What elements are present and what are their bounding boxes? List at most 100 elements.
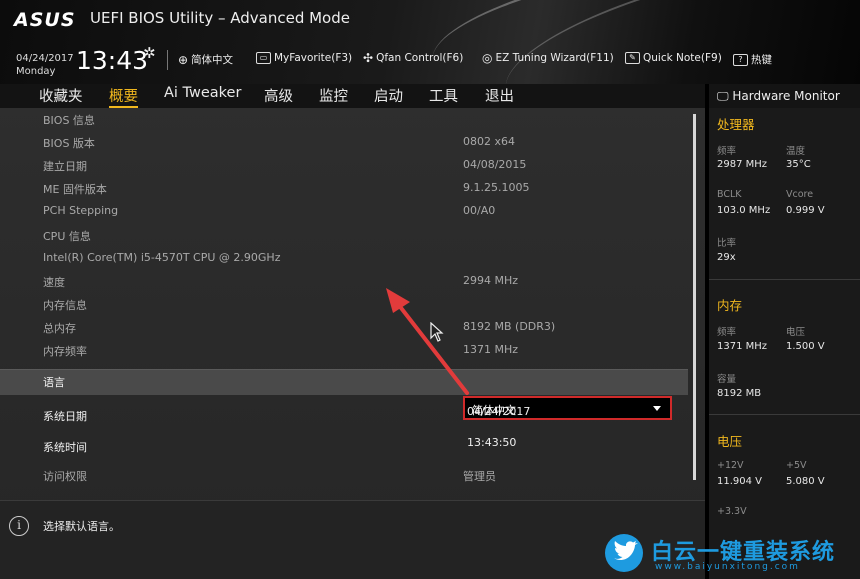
ratio-label: 比率 xyxy=(717,238,737,249)
quick-note-button[interactable]: ✎ Quick Note(F9) xyxy=(625,52,722,64)
system-date-value[interactable]: 04/24/2017 xyxy=(467,405,530,418)
myfavorite-button-label: MyFavorite(F3) xyxy=(274,52,353,64)
cpu-temp-value: 35°C xyxy=(786,159,811,170)
language-button[interactable]: ⊕ 简体中文 xyxy=(178,52,233,67)
date-text: 04/24/2017 xyxy=(16,53,74,64)
row-cpu-info: CPU 信息 xyxy=(0,224,688,247)
tab-main[interactable]: 概要 xyxy=(109,85,138,108)
main-panel: 收藏夹 概要 Ai Tweaker 高级 监控 启动 工具 退出 BIOS 信息… xyxy=(0,84,705,579)
note-icon: ✎ xyxy=(625,52,640,64)
system-time-value[interactable]: 13:43:50 xyxy=(467,436,516,449)
tab-advanced[interactable]: 高级 xyxy=(264,85,293,106)
v33-label: +3.3V xyxy=(717,506,747,517)
row-cpu-model: Intel(R) Core(TM) i5-4570T CPU @ 2.90GHz xyxy=(0,247,688,270)
row-bios-version: BIOS 版本 0802 x64 xyxy=(0,131,688,154)
row-label: 总内存 xyxy=(43,322,76,335)
row-label: BIOS 信息 xyxy=(43,114,95,127)
row-me-firmware: ME 固件版本 9.1.25.1005 xyxy=(0,177,688,200)
row-label: 速度 xyxy=(43,276,65,289)
v5-label: +5V xyxy=(786,460,807,471)
tab-favorites[interactable]: 收藏夹 xyxy=(39,85,83,106)
hardware-monitor-title-text: Hardware Monitor xyxy=(732,89,840,103)
row-label: 建立日期 xyxy=(43,160,87,173)
mem-capacity-label: 容量 xyxy=(717,374,737,385)
divider xyxy=(709,279,860,280)
asus-logo: ASUS xyxy=(14,9,76,31)
mem-volt-value: 1.500 V xyxy=(786,341,825,352)
tab-boot[interactable]: 启动 xyxy=(374,85,403,106)
qfan-control-button[interactable]: ✣ Qfan Control(F6) xyxy=(363,52,463,64)
quick-note-button-label: Quick Note(F9) xyxy=(643,52,722,64)
divider xyxy=(167,50,168,70)
row-label: CPU 信息 xyxy=(43,230,91,243)
hardware-monitor-title: 🖵 Hardware Monitor xyxy=(709,84,860,108)
row-cpu-speed: 速度 2994 MHz xyxy=(0,270,688,293)
bclk-value: 103.0 MHz xyxy=(717,205,771,216)
mem-volt-label: 电压 xyxy=(786,327,806,338)
row-system-time[interactable]: 系统时间 13:43:50 xyxy=(0,434,688,460)
row-value: 1371 MHz xyxy=(463,343,519,356)
memory-section-title: 内存 xyxy=(717,298,743,313)
bird-logo-icon xyxy=(605,534,643,572)
row-label: ME 固件版本 xyxy=(43,183,107,196)
fan-icon: ✣ xyxy=(363,51,374,65)
gear-icon[interactable]: ✲ xyxy=(143,44,156,62)
clock: 13:43 xyxy=(76,46,149,75)
row-label: 内存频率 xyxy=(43,345,87,358)
row-value: 0802 x64 xyxy=(463,135,515,148)
row-label: Intel(R) Core(TM) i5-4570T CPU @ 2.90GHz xyxy=(43,251,281,264)
myfavorite-button[interactable]: ▭ MyFavorite(F3) xyxy=(256,52,352,64)
date-display: 04/24/2017 Monday xyxy=(16,52,74,78)
hotkeys-button[interactable]: ? 热键 xyxy=(733,52,772,67)
scrollbar[interactable] xyxy=(693,114,696,480)
row-value: 00/A0 xyxy=(463,204,496,217)
weekday-text: Monday xyxy=(16,66,56,77)
mem-capacity-value: 8192 MB xyxy=(717,388,762,399)
ez-tuning-wizard-button[interactable]: ◎ EZ Tuning Wizard(F11) xyxy=(482,52,614,64)
voltage-section-title: 电压 xyxy=(717,434,743,449)
row-memory-info: 内存信息 xyxy=(0,293,688,316)
language-label: 语言 xyxy=(43,376,65,389)
row-system-date[interactable]: 系统日期 04/24/2017 xyxy=(0,402,688,428)
row-value: 2994 MHz xyxy=(463,274,519,287)
hardware-monitor-panel: 🖵 Hardware Monitor 处理器 频率 温度 2987 MHz 35… xyxy=(709,84,860,579)
info-icon: i xyxy=(9,516,29,536)
row-label: BIOS 版本 xyxy=(43,137,95,150)
bclk-label: BCLK xyxy=(717,189,742,200)
row-label: PCH Stepping xyxy=(43,204,119,217)
ratio-value: 29x xyxy=(717,252,736,263)
v12-value: 11.904 V xyxy=(717,476,763,487)
cpu-section-title: 处理器 xyxy=(717,117,755,132)
globe-icon: ⊕ xyxy=(178,52,189,67)
tab-exit[interactable]: 退出 xyxy=(485,85,514,106)
access-value: 管理员 xyxy=(463,470,496,483)
row-total-memory: 总内存 8192 MB (DDR3) xyxy=(0,316,688,339)
row-memory-frequency: 内存频率 1371 MHz xyxy=(0,339,688,362)
row-pch-stepping: PCH Stepping 00/A0 xyxy=(0,200,688,223)
lightbulb-icon: ◎ xyxy=(482,51,493,65)
row-access-level: 访问权限 管理员 xyxy=(0,464,688,487)
language-button-label: 简体中文 xyxy=(191,54,234,66)
help-bar: i 选择默认语言。 xyxy=(0,500,705,579)
row-value: 9.1.25.1005 xyxy=(463,181,530,194)
help-text: 选择默认语言。 xyxy=(43,520,120,533)
ez-tuning-wizard-button-label: EZ Tuning Wizard(F11) xyxy=(495,52,614,64)
divider xyxy=(709,414,860,415)
tab-monitor[interactable]: 监控 xyxy=(319,85,348,106)
row-value: 04/08/2015 xyxy=(463,158,527,171)
cpu-temp-label: 温度 xyxy=(786,146,806,157)
row-language[interactable]: 语言 xyxy=(0,369,688,395)
qfan-control-button-label: Qfan Control(F6) xyxy=(376,52,464,64)
mem-freq-label: 频率 xyxy=(717,327,737,338)
help-icon: ? xyxy=(733,53,748,66)
cpu-freq-value: 2987 MHz xyxy=(717,159,768,170)
tab-tool[interactable]: 工具 xyxy=(429,85,458,106)
row-bios-info: BIOS 信息 xyxy=(0,108,688,131)
monitor-icon: 🖵 xyxy=(717,89,729,103)
access-label: 访问权限 xyxy=(43,470,87,483)
tab-ai-tweaker[interactable]: Ai Tweaker xyxy=(164,85,241,101)
v5-value: 5.080 V xyxy=(786,476,825,487)
vcore-label: Vcore xyxy=(786,189,814,200)
v12-label: +12V xyxy=(717,460,744,471)
system-date-label: 系统日期 xyxy=(43,410,87,423)
